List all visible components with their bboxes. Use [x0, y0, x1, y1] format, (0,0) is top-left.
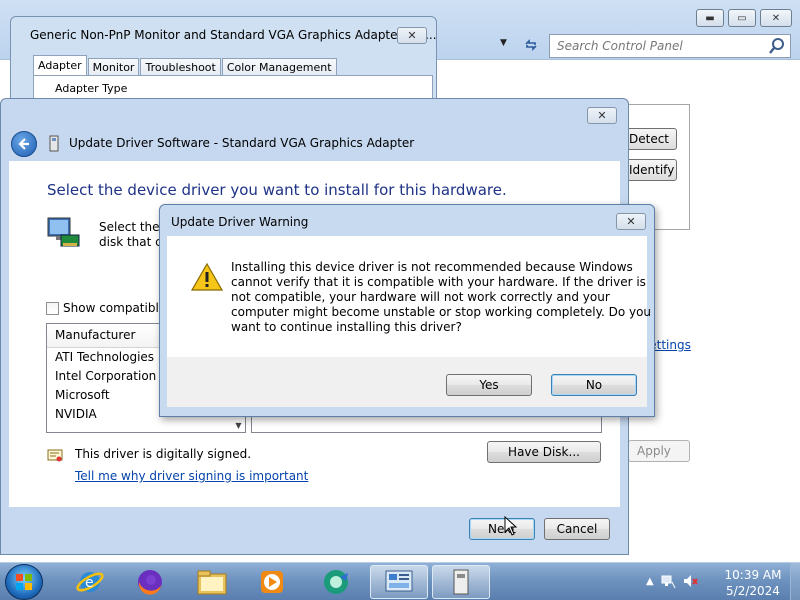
certificate-icon	[47, 449, 63, 462]
clock-date: 5/2/2024	[726, 584, 780, 598]
close-icon: ✕	[597, 109, 607, 122]
identify-button[interactable]: Identify	[622, 159, 677, 181]
message-line: want to continue installing this driver?	[231, 320, 462, 334]
description-line: disk that co	[99, 235, 161, 249]
search-placeholder: Search Control Panel	[557, 39, 683, 53]
svg-text:e: e	[85, 575, 94, 591]
media-center-icon	[324, 570, 348, 594]
dialog-title: Update Driver Warning	[171, 215, 309, 229]
properties-title: Generic Non-PnP Monitor and Standard VGA…	[30, 28, 437, 42]
folder-icon	[197, 570, 227, 595]
internet-explorer-icon: e	[76, 572, 104, 592]
wizard-description: Select the n disk that co	[99, 220, 161, 250]
adapter-type-label: Adapter Type	[55, 82, 128, 95]
windows-logo-icon	[16, 574, 32, 590]
driver-warning-dialog: Update Driver Warning ✕ Installing this …	[159, 204, 655, 417]
wizard-title: Update Driver Software - Standard VGA Gr…	[69, 136, 415, 150]
properties-tabs: Adapter Monitor Troubleshoot Color Manag…	[33, 55, 338, 76]
volume-muted-icon[interactable]	[682, 573, 698, 589]
close-icon: ✕	[771, 12, 781, 24]
back-button[interactable]	[11, 131, 37, 157]
search-input[interactable]: Search Control Panel	[549, 34, 791, 58]
control-panel-icon	[385, 570, 413, 592]
show-desktop-button[interactable]	[790, 563, 800, 600]
firefox-icon	[138, 570, 162, 595]
taskbar-clock[interactable]: 10:39 AM 5/2/2024	[722, 567, 784, 599]
properties-close-button[interactable]: ✕	[397, 27, 427, 44]
dialog-body: Installing this device driver is not rec…	[167, 236, 652, 357]
close-button[interactable]: ✕	[760, 9, 792, 27]
taskbar-device-window[interactable]	[432, 565, 490, 599]
model-list[interactable]	[251, 416, 602, 433]
taskbar-media-player[interactable]	[246, 565, 298, 599]
refresh-icon	[525, 39, 537, 51]
system-tray: ▲	[646, 573, 698, 589]
scroll-down-icon[interactable]: ▼	[231, 418, 246, 433]
message-line: not compatible, your hardware will not w…	[231, 290, 610, 304]
page-title: Select the device driver you want to ins…	[47, 181, 507, 199]
taskbar: e ▲ 10:39 AM 5/2/2024	[0, 562, 800, 600]
start-button[interactable]	[5, 564, 43, 600]
yes-button[interactable]: Yes	[446, 374, 532, 396]
message-line: cannot verify that it is compatible with…	[231, 275, 646, 289]
show-compatible-row[interactable]: Show compatible h	[46, 301, 178, 315]
no-button[interactable]: No	[551, 374, 637, 396]
network-icon[interactable]	[660, 573, 676, 589]
mouse-cursor-icon	[504, 516, 518, 536]
apply-button[interactable]: Apply	[628, 440, 690, 462]
back-arrow-icon	[18, 138, 29, 150]
tab-adapter[interactable]: Adapter	[33, 55, 87, 76]
taskbar-control-panel[interactable]	[370, 565, 428, 599]
media-player-icon	[261, 571, 283, 593]
wizard-close-button[interactable]: ✕	[587, 107, 617, 124]
cancel-button[interactable]: Cancel	[544, 518, 610, 540]
adapter-properties-window: Generic Non-PnP Monitor and Standard VGA…	[10, 16, 437, 115]
minimize-button[interactable]: ▬	[696, 9, 724, 27]
warning-icon	[191, 262, 223, 291]
monitor-card-icon	[47, 217, 80, 247]
close-icon: ✕	[626, 215, 636, 228]
message-line: computer might become unstable or stop w…	[231, 305, 652, 319]
taskbar-firefox[interactable]	[124, 565, 176, 599]
tab-color-management[interactable]: Color Management	[221, 58, 337, 76]
warning-message: Installing this device driver is not rec…	[231, 260, 652, 335]
taskbar-file-explorer[interactable]	[186, 565, 238, 599]
window-controls: ▬ ▭ ✕	[696, 9, 792, 27]
close-icon: ✕	[407, 29, 417, 42]
tab-troubleshoot[interactable]: Troubleshoot	[140, 58, 221, 76]
driver-signing-link[interactable]: Tell me why driver signing is important	[75, 469, 308, 483]
device-icon	[49, 135, 59, 152]
show-hidden-icons-icon[interactable]: ▲	[646, 576, 654, 587]
description-line: Select the n	[99, 220, 161, 234]
show-compatible-checkbox[interactable]	[46, 301, 59, 315]
next-button[interactable]: Next	[469, 518, 535, 540]
clock-time: 10:39 AM	[724, 568, 782, 582]
minimize-icon: ▬	[705, 12, 715, 24]
have-disk-button[interactable]: Have Disk...	[487, 441, 601, 463]
address-dropdown-icon[interactable]: ▼	[500, 38, 507, 48]
device-icon	[453, 569, 469, 595]
taskbar-internet-explorer[interactable]: e	[64, 565, 116, 599]
taskbar-wmc-app[interactable]	[310, 565, 362, 599]
tab-monitor[interactable]: Monitor	[87, 58, 140, 76]
dialog-close-button[interactable]: ✕	[616, 213, 646, 230]
refresh-button[interactable]	[520, 34, 542, 56]
maximize-button[interactable]: ▭	[728, 9, 756, 27]
message-line: Installing this device driver is not rec…	[231, 260, 633, 274]
driver-signed-text: This driver is digitally signed.	[75, 447, 252, 461]
search-icon	[769, 38, 784, 54]
maximize-icon: ▭	[737, 12, 747, 24]
detect-button[interactable]: Detect	[622, 128, 677, 150]
